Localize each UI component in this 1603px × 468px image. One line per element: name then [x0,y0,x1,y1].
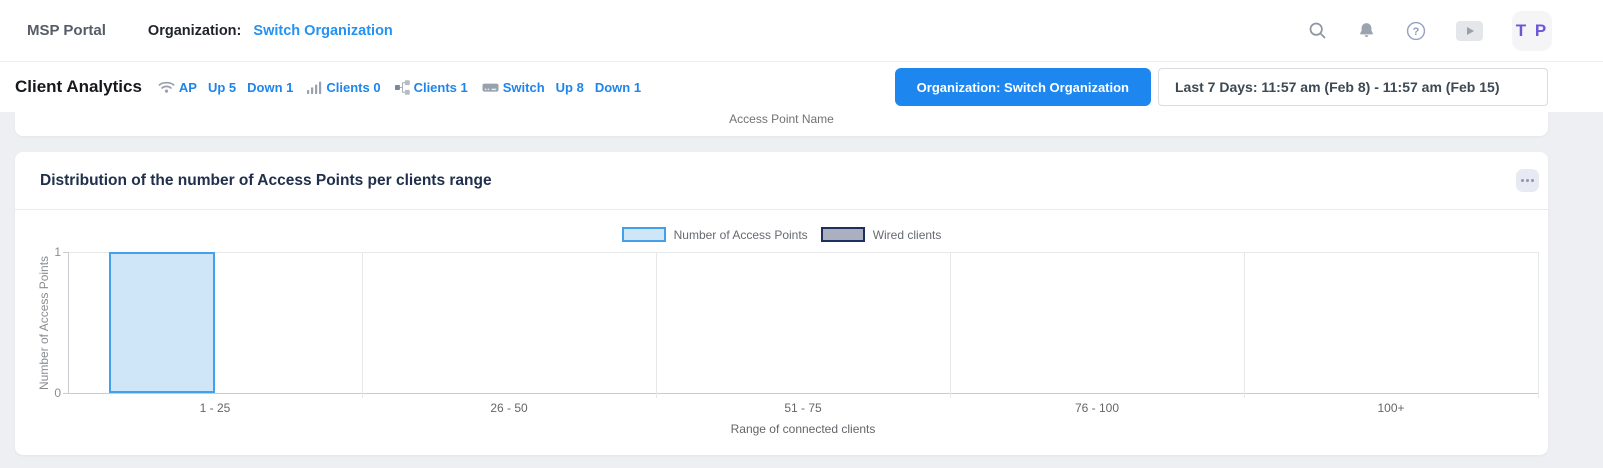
help-icon[interactable]: ? [1405,20,1427,42]
topbar-actions: ? T P [1307,11,1552,51]
switch-icon [482,81,499,94]
status-wireless-clients[interactable]: Clients 0 [307,80,380,95]
play-triangle [1467,27,1474,35]
v-gridline [362,252,363,398]
x-axis-title: Range of connected clients [68,422,1538,436]
y-tick-label: 0 [31,386,61,400]
y-tick-label: 1 [31,245,61,259]
legend-swatch [622,227,666,242]
x-tick-label: 100+ [1244,401,1538,415]
top-bar: MSP Portal Organization: Switch Organiza… [0,0,1603,62]
h-gridline [69,252,1539,253]
status-switch-down: Down 1 [595,80,641,95]
chart-body: Number of Access Points Wired clients Num… [15,210,1548,455]
status-ap-down: Down 1 [247,80,293,95]
legend-label: Number of Access Points [674,228,808,242]
ellipsis-dot [1526,179,1529,182]
ellipsis-dot [1521,179,1524,182]
x-tick-label: 51 - 75 [656,401,950,415]
status-ap-up: Up 5 [208,80,236,95]
legend-item[interactable]: Number of Access Points [622,227,808,242]
status-ap-label: AP [179,80,197,95]
organization-label: Organization: [148,23,241,39]
content-area: Access Point Name Distribution of the nu… [0,112,1603,455]
svg-text:?: ? [1413,25,1420,37]
organization-breadcrumb: Organization: Switch Organization [148,23,393,39]
video-play-icon[interactable] [1456,21,1483,41]
search-icon[interactable] [1307,20,1328,41]
legend-item[interactable]: Wired clients [821,227,942,242]
legend-swatch [821,227,865,242]
card-menu-button[interactable] [1516,169,1539,192]
status-switch-up: Up 8 [556,80,584,95]
previous-chart-axis-label: Access Point Name [729,112,834,126]
card-gap [0,136,1603,152]
brand-title[interactable]: MSP Portal [27,22,106,39]
v-gridline [950,252,951,398]
date-range-picker[interactable]: Last 7 Days: 11:57 am (Feb 8) - 11:57 am… [1158,68,1548,106]
y-tick-mark [63,252,68,253]
bar-1 - 25[interactable] [109,252,215,393]
v-gridline [656,252,657,398]
page-title: Client Analytics [15,77,142,97]
plot-area [68,252,1539,394]
analytics-toolbar: Client Analytics AP Up 5 Down 1 Clients … [0,62,1603,112]
previous-chart-footer: Access Point Name [15,112,1548,136]
x-tick-label: 76 - 100 [950,401,1244,415]
topology-icon [395,80,410,95]
x-tick-label: 1 - 25 [68,401,362,415]
status-switch-label: Switch [503,80,545,95]
status-group: AP Up 5 Down 1 Clients 0 Clients 1 [158,80,655,95]
distribution-chart-card: Distribution of the number of Access Poi… [15,152,1548,455]
ellipsis-dot [1531,179,1534,182]
card-title: Distribution of the number of Access Poi… [40,172,1516,190]
v-gridline [1538,252,1539,398]
status-switch[interactable]: Switch Up 8 Down 1 [482,80,641,95]
status-wired-clients[interactable]: Clients 1 [395,80,468,95]
v-gridline [1244,252,1245,398]
organization-filter-button[interactable]: Organization: Switch Organization [895,68,1151,106]
x-tick-label: 26 - 50 [362,401,656,415]
card-header: Distribution of the number of Access Poi… [15,152,1548,210]
signal-bars-icon [307,81,322,94]
chart-legend: Number of Access Points Wired clients [15,227,1548,242]
y-axis-title: Number of Access Points [37,252,51,393]
avatar[interactable]: T P [1512,11,1552,51]
status-ap[interactable]: AP Up 5 Down 1 [158,80,293,95]
x-axis-category-labels: 1 - 2526 - 5051 - 7576 - 100100+ [68,401,1538,415]
wifi-icon [158,80,175,94]
bell-icon[interactable] [1357,21,1376,41]
legend-label: Wired clients [873,228,942,242]
status-wired-clients-label: Clients 1 [414,80,468,95]
y-tick-mark [63,393,68,394]
status-wireless-clients-label: Clients 0 [326,80,380,95]
organization-link[interactable]: Switch Organization [253,23,392,39]
